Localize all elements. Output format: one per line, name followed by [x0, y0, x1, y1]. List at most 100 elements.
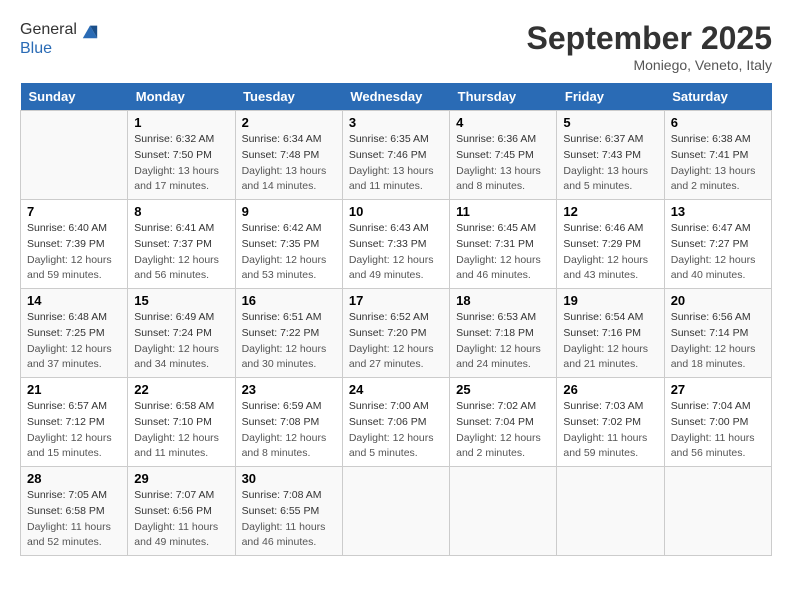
day-info: Sunrise: 6:38 AMSunset: 7:41 PMDaylight:…	[671, 132, 765, 195]
day-number: 9	[242, 204, 336, 219]
day-info: Sunrise: 6:45 AMSunset: 7:31 PMDaylight:…	[456, 221, 550, 284]
weekday-header: Tuesday	[235, 83, 342, 111]
day-number: 7	[27, 204, 121, 219]
day-number: 17	[349, 293, 443, 308]
month-title: September 2025	[527, 20, 772, 57]
day-info: Sunrise: 6:37 AMSunset: 7:43 PMDaylight:…	[563, 132, 657, 195]
calendar-day-cell: 9 Sunrise: 6:42 AMSunset: 7:35 PMDaylight…	[235, 200, 342, 289]
day-number: 13	[671, 204, 765, 219]
day-info: Sunrise: 6:52 AMSunset: 7:20 PMDaylight:…	[349, 310, 443, 373]
logo-general-text: General	[20, 21, 77, 39]
day-number: 18	[456, 293, 550, 308]
calendar-day-cell: 15Sunrise: 6:49 AMSunset: 7:24 PMDayligh…	[128, 289, 235, 378]
day-info: Sunrise: 6:56 AMSunset: 7:14 PMDaylight:…	[671, 310, 765, 373]
logo-blue-text: Blue	[20, 40, 52, 58]
weekday-header: Monday	[128, 83, 235, 111]
calendar-day-cell: 11 Sunrise: 6:45 AMSunset: 7:31 PMDayligh…	[450, 200, 557, 289]
day-number: 28	[27, 471, 121, 486]
calendar-day-cell: 16 Sunrise: 6:51 AMSunset: 7:22 PMDayligh…	[235, 289, 342, 378]
day-number: 30	[242, 471, 336, 486]
calendar-day-cell: 10 Sunrise: 6:43 AMSunset: 7:33 PMDayligh…	[342, 200, 449, 289]
calendar-day-cell: 6 Sunrise: 6:38 AMSunset: 7:41 PMDaylight…	[664, 111, 771, 200]
day-info: Sunrise: 7:00 AMSunset: 7:06 PMDaylight:…	[349, 399, 443, 462]
calendar-week-row: 28 Sunrise: 7:05 AMSunset: 6:58 PMDayligh…	[21, 467, 772, 556]
calendar-day-cell: 26 Sunrise: 7:03 AMSunset: 7:02 PMDayligh…	[557, 378, 664, 467]
day-info: Sunrise: 6:32 AMSunset: 7:50 PMDaylight:…	[134, 132, 228, 195]
page-header: General Blue September 2025 Moniego, Ven…	[20, 20, 772, 73]
weekday-header: Wednesday	[342, 83, 449, 111]
calendar-day-cell: 14 Sunrise: 6:48 AMSunset: 7:25 PMDayligh…	[21, 289, 128, 378]
day-info: Sunrise: 6:41 AMSunset: 7:37 PMDaylight:…	[134, 221, 228, 284]
calendar-day-cell: 23Sunrise: 6:59 AMSunset: 7:08 PMDayligh…	[235, 378, 342, 467]
day-info: Sunrise: 6:58 AMSunset: 7:10 PMDaylight:…	[134, 399, 228, 462]
day-number: 5	[563, 115, 657, 130]
calendar-day-cell: 21 Sunrise: 6:57 AMSunset: 7:12 PMDayligh…	[21, 378, 128, 467]
calendar-day-cell: 30 Sunrise: 7:08 AMSunset: 6:55 PMDayligh…	[235, 467, 342, 556]
day-number: 26	[563, 382, 657, 397]
day-info: Sunrise: 6:35 AMSunset: 7:46 PMDaylight:…	[349, 132, 443, 195]
day-number: 21	[27, 382, 121, 397]
day-number: 14	[27, 293, 121, 308]
weekday-header: Friday	[557, 83, 664, 111]
calendar-day-cell: 29 Sunrise: 7:07 AMSunset: 6:56 PMDayligh…	[128, 467, 235, 556]
day-info: Sunrise: 7:08 AMSunset: 6:55 PMDaylight:…	[242, 488, 336, 551]
day-number: 23	[242, 382, 336, 397]
calendar-day-cell: 27Sunrise: 7:04 AMSunset: 7:00 PMDayligh…	[664, 378, 771, 467]
day-number: 16	[242, 293, 336, 308]
calendar-day-cell: 1 Sunrise: 6:32 AMSunset: 7:50 PMDaylight…	[128, 111, 235, 200]
day-number: 29	[134, 471, 228, 486]
day-info: Sunrise: 7:03 AMSunset: 7:02 PMDaylight:…	[563, 399, 657, 462]
day-number: 12	[563, 204, 657, 219]
day-info: Sunrise: 6:46 AMSunset: 7:29 PMDaylight:…	[563, 221, 657, 284]
day-info: Sunrise: 6:34 AMSunset: 7:48 PMDaylight:…	[242, 132, 336, 195]
calendar-day-cell: 2Sunrise: 6:34 AMSunset: 7:48 PMDaylight…	[235, 111, 342, 200]
title-block: September 2025 Moniego, Veneto, Italy	[527, 20, 772, 73]
day-number: 8	[134, 204, 228, 219]
calendar-day-cell: 3 Sunrise: 6:35 AMSunset: 7:46 PMDaylight…	[342, 111, 449, 200]
day-info: Sunrise: 6:57 AMSunset: 7:12 PMDaylight:…	[27, 399, 121, 462]
calendar-day-cell: 7Sunrise: 6:40 AMSunset: 7:39 PMDaylight…	[21, 200, 128, 289]
calendar-day-cell: 20 Sunrise: 6:56 AMSunset: 7:14 PMDayligh…	[664, 289, 771, 378]
day-number: 19	[563, 293, 657, 308]
calendar-week-row: 21 Sunrise: 6:57 AMSunset: 7:12 PMDayligh…	[21, 378, 772, 467]
calendar-day-cell: 13 Sunrise: 6:47 AMSunset: 7:27 PMDayligh…	[664, 200, 771, 289]
day-info: Sunrise: 7:04 AMSunset: 7:00 PMDaylight:…	[671, 399, 765, 462]
day-number: 11	[456, 204, 550, 219]
day-info: Sunrise: 7:05 AMSunset: 6:58 PMDaylight:…	[27, 488, 121, 551]
calendar-day-cell: 18 Sunrise: 6:53 AMSunset: 7:18 PMDayligh…	[450, 289, 557, 378]
day-number: 10	[349, 204, 443, 219]
day-number: 20	[671, 293, 765, 308]
calendar-day-cell: 4Sunrise: 6:36 AMSunset: 7:45 PMDaylight…	[450, 111, 557, 200]
day-number: 24	[349, 382, 443, 397]
day-info: Sunrise: 7:02 AMSunset: 7:04 PMDaylight:…	[456, 399, 550, 462]
calendar-week-row: 1 Sunrise: 6:32 AMSunset: 7:50 PMDaylight…	[21, 111, 772, 200]
calendar-day-cell: 28 Sunrise: 7:05 AMSunset: 6:58 PMDayligh…	[21, 467, 128, 556]
day-number: 1	[134, 115, 228, 130]
calendar-day-cell	[450, 467, 557, 556]
calendar-table: SundayMondayTuesdayWednesdayThursdayFrid…	[20, 83, 772, 556]
calendar-day-cell: 8 Sunrise: 6:41 AMSunset: 7:37 PMDaylight…	[128, 200, 235, 289]
location-text: Moniego, Veneto, Italy	[527, 57, 772, 73]
day-info: Sunrise: 6:53 AMSunset: 7:18 PMDaylight:…	[456, 310, 550, 373]
day-info: Sunrise: 6:42 AMSunset: 7:35 PMDaylight:…	[242, 221, 336, 284]
day-info: Sunrise: 7:07 AMSunset: 6:56 PMDaylight:…	[134, 488, 228, 551]
day-info: Sunrise: 6:51 AMSunset: 7:22 PMDaylight:…	[242, 310, 336, 373]
calendar-day-cell: 12 Sunrise: 6:46 AMSunset: 7:29 PMDayligh…	[557, 200, 664, 289]
calendar-day-cell	[21, 111, 128, 200]
day-number: 6	[671, 115, 765, 130]
day-number: 22	[134, 382, 228, 397]
calendar-week-row: 7Sunrise: 6:40 AMSunset: 7:39 PMDaylight…	[21, 200, 772, 289]
day-info: Sunrise: 6:43 AMSunset: 7:33 PMDaylight:…	[349, 221, 443, 284]
weekday-header-row: SundayMondayTuesdayWednesdayThursdayFrid…	[21, 83, 772, 111]
calendar-day-cell	[664, 467, 771, 556]
calendar-day-cell: 17 Sunrise: 6:52 AMSunset: 7:20 PMDayligh…	[342, 289, 449, 378]
calendar-day-cell: 5 Sunrise: 6:37 AMSunset: 7:43 PMDaylight…	[557, 111, 664, 200]
calendar-week-row: 14 Sunrise: 6:48 AMSunset: 7:25 PMDayligh…	[21, 289, 772, 378]
day-number: 25	[456, 382, 550, 397]
day-info: Sunrise: 6:48 AMSunset: 7:25 PMDaylight:…	[27, 310, 121, 373]
logo: General Blue	[20, 20, 99, 58]
calendar-day-cell: 19Sunrise: 6:54 AMSunset: 7:16 PMDayligh…	[557, 289, 664, 378]
day-number: 3	[349, 115, 443, 130]
day-info: Sunrise: 6:47 AMSunset: 7:27 PMDaylight:…	[671, 221, 765, 284]
calendar-day-cell: 24 Sunrise: 7:00 AMSunset: 7:06 PMDayligh…	[342, 378, 449, 467]
